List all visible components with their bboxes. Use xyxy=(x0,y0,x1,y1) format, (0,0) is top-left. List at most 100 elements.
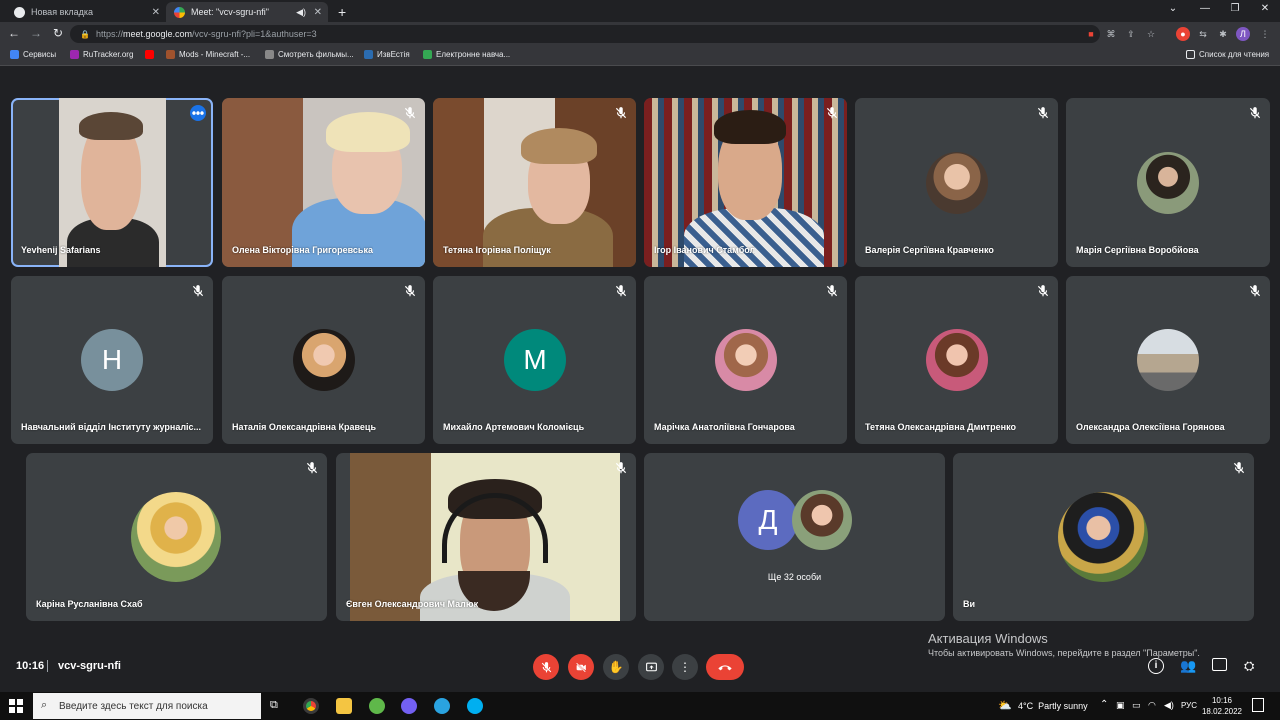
participant-tile[interactable]: Олександра Олексіївна Горянова xyxy=(1066,276,1270,444)
bookmark-rutracker[interactable]: RuTracker.org xyxy=(70,50,133,59)
meeting-code: vcv-sgru-nfi xyxy=(58,660,121,672)
bookmark-izvestia[interactable]: ИзвЕстія xyxy=(364,50,410,59)
tab-meet[interactable]: Meet: "vcv-sgru-nfi" ◀) ✕ xyxy=(166,2,328,22)
more-participants-tile[interactable]: Д Ще 32 особи xyxy=(644,453,945,621)
wifi-icon[interactable]: ◠ xyxy=(1148,700,1156,711)
bookmark-elearning[interactable]: Електронне навча... xyxy=(423,50,510,59)
volume-icon[interactable]: ◀) xyxy=(1164,700,1174,711)
apps-icon xyxy=(10,50,19,59)
mic-off-icon xyxy=(826,107,838,119)
participant-name: Марія Сергіївна Воробйова xyxy=(1076,245,1199,255)
mic-off-icon xyxy=(615,107,627,119)
share-icon[interactable]: ⇪ xyxy=(1124,27,1138,41)
participant-tile[interactable]: Каріна Русланівна Схаб xyxy=(26,453,327,621)
leave-call-button[interactable] xyxy=(706,654,744,680)
mic-off-icon xyxy=(404,285,416,297)
mic-off-icon xyxy=(1037,107,1049,119)
weather-icon[interactable]: ⛅ xyxy=(998,699,1012,712)
participant-tile[interactable]: Ігор Іванович Стамбол xyxy=(644,98,847,267)
translator-extension-icon[interactable]: ⇆ xyxy=(1196,27,1210,41)
back-icon[interactable]: ← xyxy=(5,26,23,40)
participant-tile[interactable]: Н Навчальний відділ Інституту журналіс..… xyxy=(11,276,213,444)
menu-icon[interactable]: ⋮ xyxy=(1258,27,1272,41)
participant-name: Yevhenij Safarians xyxy=(21,245,101,255)
speaker-icon[interactable]: ◀) xyxy=(296,7,306,18)
participant-tile[interactable]: Марічка Анатоліївна Гончарова xyxy=(644,276,847,444)
bookmark-star-icon[interactable]: ☆ xyxy=(1144,27,1158,41)
minimize-icon[interactable]: — xyxy=(1190,3,1220,14)
browser-toolbar: ← → ↻ 🔒 https:// meet.google.com /vcv-sg… xyxy=(0,22,1280,46)
network-icon[interactable]: ▭ xyxy=(1132,700,1141,711)
bookmark-youtube[interactable] xyxy=(145,50,158,59)
translate-icon[interactable]: ⌘ xyxy=(1104,27,1118,41)
participant-tile[interactable]: Валерія Сергіївна Кравченко xyxy=(855,98,1058,267)
windows-start-icon[interactable] xyxy=(9,699,23,713)
camera-blocked-icon[interactable]: ■ xyxy=(1084,27,1098,41)
restore-icon[interactable]: ❐ xyxy=(1220,3,1250,14)
mic-off-icon xyxy=(1249,107,1261,119)
reload-icon[interactable]: ↻ xyxy=(49,26,67,40)
close-icon[interactable]: ✕ xyxy=(152,7,160,18)
chat-icon[interactable] xyxy=(1212,658,1227,671)
input-language[interactable]: РУС xyxy=(1181,701,1197,710)
mic-off-icon xyxy=(404,107,416,119)
taskbar-search-input[interactable]: ⌕ Введите здесь текст для поиска xyxy=(33,693,261,719)
mic-off-icon xyxy=(615,462,627,474)
mic-off-icon xyxy=(1233,462,1245,474)
task-view-icon[interactable]: ⧉ xyxy=(270,699,278,712)
avatar xyxy=(1058,492,1148,582)
participant-tile[interactable]: ⦁⦁⦁ Yevhenij Safarians xyxy=(11,98,213,267)
people-icon[interactable]: 👥 xyxy=(1180,658,1196,674)
participant-tile[interactable]: Тетяна Ігорівна Поліщук xyxy=(433,98,636,267)
self-tile[interactable]: Ви xyxy=(953,453,1254,621)
puzzle-icon[interactable]: ✱ xyxy=(1216,27,1230,41)
participant-tile[interactable]: Тетяна Олександрівна Дмитренко xyxy=(855,276,1058,444)
participant-tile[interactable]: Наталія Олександрівна Кравець xyxy=(222,276,425,444)
reading-list[interactable]: Список для чтения xyxy=(1186,50,1269,59)
clock-time: 10:16 xyxy=(1211,696,1233,705)
present-button[interactable] xyxy=(638,654,664,680)
bookmark-films[interactable]: Смотреть фильмы... xyxy=(265,50,354,59)
weather-text[interactable]: 4°C Partly sunny xyxy=(1018,701,1088,711)
participant-tile[interactable]: Марія Сергіївна Воробйова xyxy=(1066,98,1270,267)
tab-search-icon[interactable]: ⌄ xyxy=(1158,3,1188,14)
avatar xyxy=(792,490,852,550)
participant-name: Олена Вікторівна Григоревська xyxy=(232,245,373,255)
participant-name: Ігор Іванович Стамбол xyxy=(654,245,756,255)
participant-tile[interactable]: Євген Олександрович Малюк xyxy=(336,453,636,621)
extension-icon[interactable]: ● xyxy=(1176,27,1190,41)
bookmark-services[interactable]: Сервисы xyxy=(10,50,56,59)
clock[interactable]: 10:16 18.02.2022 xyxy=(1200,695,1244,717)
close-icon[interactable]: ✕ xyxy=(314,7,322,18)
notifications-icon[interactable] xyxy=(1252,698,1264,712)
chrome-taskbar-icon[interactable] xyxy=(303,698,319,714)
activities-icon[interactable]: ⛭ xyxy=(1244,658,1254,674)
participant-tile[interactable]: Олена Вікторівна Григоревська xyxy=(222,98,425,267)
viber-icon[interactable] xyxy=(401,698,417,714)
profile-avatar[interactable]: Л xyxy=(1236,27,1250,41)
url-host: meet.google.com xyxy=(122,29,193,39)
forward-icon[interactable]: → xyxy=(27,26,45,40)
raise-hand-button[interactable]: ✋ xyxy=(603,654,629,680)
tray-expand-icon[interactable]: ⌃ xyxy=(1100,699,1108,710)
close-window-icon[interactable]: ✕ xyxy=(1250,3,1280,14)
avatar xyxy=(926,329,988,391)
file-explorer-icon[interactable] xyxy=(336,698,352,714)
bookmark-mods[interactable]: Mods - Minecraft -... xyxy=(166,50,250,59)
participant-video xyxy=(433,98,636,267)
skype-icon[interactable] xyxy=(467,698,483,714)
new-tab-button[interactable]: + xyxy=(330,2,350,22)
search-placeholder: Введите здесь текст для поиска xyxy=(59,700,208,712)
more-options-button[interactable]: ⋮ xyxy=(672,654,698,680)
meeting-details-icon[interactable]: i xyxy=(1148,658,1164,674)
toggle-camera-button[interactable] xyxy=(568,654,594,680)
address-bar[interactable]: 🔒 https:// meet.google.com /vcv-sgru-nfi… xyxy=(70,25,1100,43)
participant-tile[interactable]: М Михайло Артемович Коломієць xyxy=(433,276,636,444)
tray-app-icon[interactable]: ▣ xyxy=(1116,700,1125,711)
telegram-icon[interactable] xyxy=(434,698,450,714)
mic-off-icon xyxy=(192,285,204,297)
tab-new-tab[interactable]: Новая вкладка ✕ xyxy=(6,2,166,22)
avatar xyxy=(926,152,988,214)
utorrent-icon[interactable] xyxy=(369,698,385,714)
toggle-mic-button[interactable] xyxy=(533,654,559,680)
